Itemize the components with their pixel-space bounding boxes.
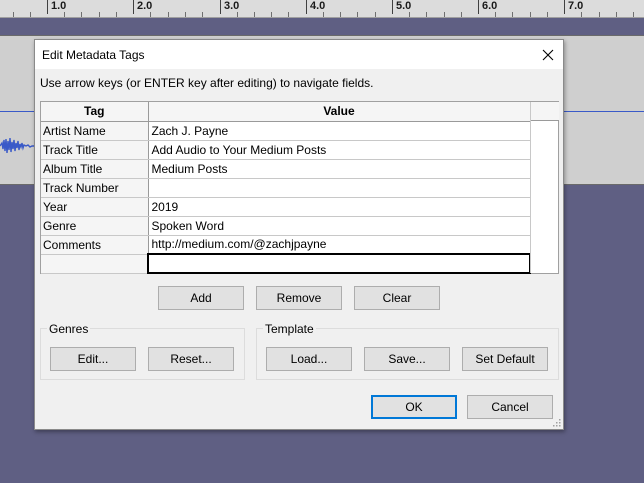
ruler-minor-tick (13, 12, 14, 17)
ruler-minor-tick (357, 12, 358, 17)
table-row-editing[interactable] (41, 253, 531, 274)
tag-cell[interactable] (41, 254, 149, 274)
tag-cell[interactable]: Track Number (41, 178, 149, 198)
value-cell-editor[interactable] (147, 253, 531, 274)
table-row[interactable]: Comments http://medium.com/@zachjpayne (41, 235, 531, 255)
ruler-minor-tick (237, 12, 238, 17)
value-cell[interactable]: Add Audio to Your Medium Posts (148, 140, 531, 160)
metadata-grid[interactable]: Tag Value Artist Name Zach J. Payne Trac… (40, 101, 559, 274)
table-row[interactable]: Year 2019 (41, 197, 531, 217)
ruler-minor-tick (409, 12, 410, 17)
tag-cell[interactable]: Genre (41, 216, 149, 236)
ruler-minor-tick (616, 12, 617, 17)
cancel-button[interactable]: Cancel (467, 395, 553, 419)
ruler-minor-tick (271, 12, 272, 17)
ruler-minor-tick (426, 12, 427, 17)
tag-cell[interactable]: Year (41, 197, 149, 217)
ruler-minor-tick (581, 12, 582, 17)
table-row[interactable]: Track Title Add Audio to Your Medium Pos… (41, 140, 531, 160)
template-group-label: Template (263, 322, 316, 336)
value-cell[interactable]: Spoken Word (148, 216, 531, 236)
ruler-minor-tick (116, 12, 117, 17)
ruler-minor-tick (340, 12, 341, 17)
column-header-tag[interactable]: Tag (41, 102, 149, 122)
ruler-minor-tick (185, 12, 186, 17)
template-load-button[interactable]: Load... (266, 347, 352, 371)
ruler-minor-tick (530, 12, 531, 17)
table-row[interactable]: Album Title Medium Posts (41, 159, 531, 179)
table-row[interactable]: Genre Spoken Word (41, 216, 531, 236)
ok-button[interactable]: OK (371, 395, 457, 419)
column-header-value[interactable]: Value (148, 102, 531, 122)
ruler-minor-tick (99, 12, 100, 17)
resize-grip-icon[interactable] (551, 417, 561, 427)
ruler-minor-tick (150, 12, 151, 17)
ruler-minor-tick (168, 12, 169, 17)
edit-metadata-dialog: Edit Metadata Tags Use arrow keys (or EN… (34, 39, 564, 430)
table-row[interactable]: Track Number (41, 178, 531, 198)
remove-button[interactable]: Remove (256, 286, 342, 310)
dialog-titlebar[interactable]: Edit Metadata Tags (35, 40, 563, 69)
value-cell[interactable] (148, 178, 531, 198)
ruler-minor-tick (202, 12, 203, 17)
genres-edit-button[interactable]: Edit... (50, 347, 136, 371)
ruler-minor-tick (323, 12, 324, 17)
grid-empty-header (531, 102, 559, 121)
dialog-title: Edit Metadata Tags (42, 48, 145, 62)
ruler-minor-tick (81, 12, 82, 17)
instructions-text: Use arrow keys (or ENTER key after editi… (40, 76, 374, 90)
ruler-minor-tick (444, 12, 445, 17)
ruler-minor-tick (254, 12, 255, 17)
value-cell[interactable]: Zach J. Payne (148, 121, 531, 141)
ruler-minor-tick (547, 12, 548, 17)
ruler-minor-tick (30, 12, 31, 17)
genres-group-label: Genres (47, 322, 91, 336)
tag-cell[interactable]: Album Title (41, 159, 149, 179)
value-cell[interactable]: Medium Posts (148, 159, 531, 179)
tag-cell[interactable]: Track Title (41, 140, 149, 160)
ruler-minor-tick (461, 12, 462, 17)
tag-cell[interactable]: Artist Name (41, 121, 149, 141)
grid-empty-column (530, 102, 559, 273)
value-cell[interactable]: 2019 (148, 197, 531, 217)
ruler-minor-tick (375, 12, 376, 17)
table-row[interactable]: Artist Name Zach J. Payne (41, 121, 531, 141)
ruler-minor-tick (495, 12, 496, 17)
timeline-ruler[interactable]: 1.0 2.0 3.0 4.0 5.0 6.0 7.0 (0, 0, 644, 18)
close-icon (542, 49, 554, 60)
value-cell[interactable]: http://medium.com/@zachjpayne (148, 235, 531, 255)
tag-cell[interactable]: Comments (41, 235, 149, 255)
clear-button[interactable]: Clear (354, 286, 440, 310)
workspace-gap (0, 19, 644, 35)
genres-reset-button[interactable]: Reset... (148, 347, 234, 371)
template-save-button[interactable]: Save... (364, 347, 450, 371)
template-set-default-button[interactable]: Set Default (462, 347, 548, 371)
ruler-minor-tick (599, 12, 600, 17)
ruler-minor-tick (64, 12, 65, 17)
ruler-minor-tick (512, 12, 513, 17)
ruler-minor-tick (633, 12, 634, 17)
add-button[interactable]: Add (158, 286, 244, 310)
waveform (0, 137, 36, 154)
ruler-minor-tick (288, 12, 289, 17)
close-button[interactable] (533, 40, 563, 69)
